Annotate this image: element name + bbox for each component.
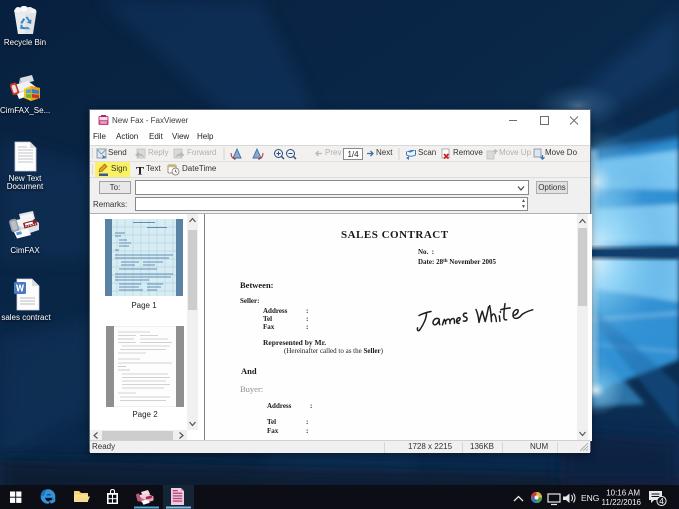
svg-text:10:16 AM: 10:16 AM xyxy=(606,489,640,498)
svg-text:T: T xyxy=(136,164,144,178)
svg-text:11/22/2016: 11/22/2016 xyxy=(602,498,642,507)
svg-text:1/4: 1/4 xyxy=(347,150,359,159)
svg-text:4: 4 xyxy=(659,497,664,506)
svg-text:ENG: ENG xyxy=(581,493,599,503)
